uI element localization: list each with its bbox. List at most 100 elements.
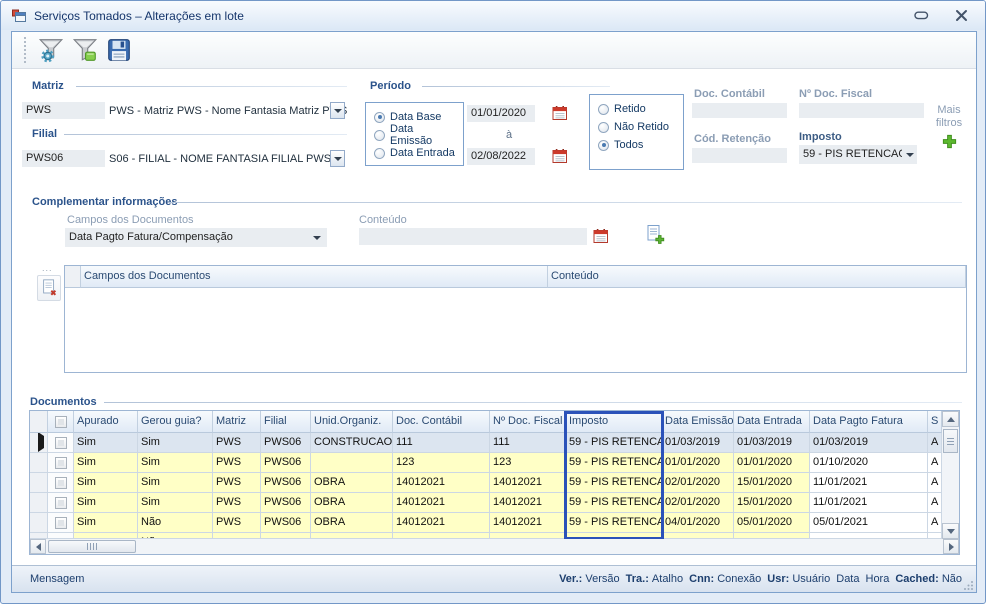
documentos-header-indicator[interactable] [30,411,48,433]
radio-retencao-retido[interactable]: Retido [598,102,675,116]
cell-data-entrada[interactable]: 05/01/2020 [734,513,810,533]
cell-imposto[interactable]: 59 - PIS RETENCAO [566,493,662,513]
campos-dropdown-arrow[interactable] [309,228,324,247]
cell-data-pagto-fatura[interactable]: 11/01/2021 [810,473,928,493]
filial-dropdown-button[interactable] [330,150,345,167]
documentos-header-n-doc-fiscal[interactable]: Nº Doc. Fiscal [490,411,566,433]
table-row[interactable]: SimSimPWSPWS06CONSTRUCAO11111159 - PIS R… [30,433,959,453]
date-from-field[interactable]: 01/01/2020 [467,105,535,122]
documentos-header-data-entrada[interactable]: Data Entrada [734,411,810,433]
cell-matriz[interactable]: PWS [213,433,261,453]
cell-imposto[interactable]: 59 - PIS RETENCAO [566,513,662,533]
cell-matriz[interactable]: PWS [213,453,261,473]
documentos-header-s[interactable]: S [928,411,942,433]
cell-filial[interactable]: PWS06 [261,513,311,533]
row-checkbox-cell[interactable] [48,493,74,513]
scroll-down-button[interactable] [942,523,959,539]
documentos-header-apurado[interactable]: Apurado [74,411,138,433]
row-indicator[interactable] [30,493,48,513]
cell-imposto[interactable]: 59 - PIS RETENCAO [566,433,662,453]
cell-apurado[interactable]: Sim [74,433,138,453]
row-indicator[interactable] [30,433,48,453]
cell-gerou-guia-[interactable]: Sim [138,493,213,513]
matriz-dropdown-button[interactable] [330,102,345,119]
horizontal-scroll-thumb[interactable] [48,540,136,553]
cell-n-doc-fiscal[interactable]: 111 [490,433,566,453]
resize-grip-icon[interactable] [964,580,974,590]
cell-gerou-guia-[interactable]: Sim [138,473,213,493]
cell-matriz[interactable]: PWS [213,513,261,533]
cell-doc-contabil[interactable]: 14012021 [393,473,490,493]
date-to-calendar-button[interactable] [552,148,568,164]
scroll-up-button[interactable] [942,411,959,427]
cell-unid-organiz-[interactable]: CONSTRUCAO [311,433,393,453]
add-record-button[interactable] [644,224,665,245]
cell-unid-organiz-[interactable]: OBRA [311,473,393,493]
date-from-calendar-button[interactable] [552,105,568,121]
cell-s[interactable]: A [928,473,942,493]
cell-filial[interactable]: PWS06 [261,473,311,493]
delete-record-button[interactable] [37,275,61,301]
cell-apurado[interactable]: Sim [74,493,138,513]
cell-filial[interactable]: PWS06 [261,433,311,453]
cell-gerou-guia-[interactable]: Sim [138,453,213,473]
cell-filial[interactable]: PWS06 [261,493,311,513]
radio-periodo-data-emissao[interactable]: Data Emissão [374,128,455,142]
cod-retencao-field[interactable] [692,148,787,163]
cell-apurado[interactable]: Sim [74,473,138,493]
row-checkbox-cell[interactable] [48,513,74,533]
imposto-dropdown-arrow[interactable] [902,145,917,164]
cell-filial[interactable]: PWS06 [261,453,311,473]
cell-data-entrada[interactable]: 01/03/2019 [734,433,810,453]
campos-header-campos-dos-documentos[interactable]: Campos dos Documentos [81,266,548,288]
cell-data-emissao[interactable]: 02/01/2020 [662,493,734,513]
imposto-dropdown[interactable]: 59 - PIS RETENCAO [799,145,902,164]
documentos-header-imposto[interactable]: Imposto [566,411,662,433]
row-checkbox-cell[interactable] [48,453,74,473]
cell-s[interactable]: A [928,433,942,453]
minimize-icon[interactable] [913,9,929,23]
cell-gerou-guia-[interactable]: Sim [138,433,213,453]
cell-unid-organiz-[interactable] [311,453,393,473]
cell-apurado[interactable]: Sim [74,453,138,473]
conteudo-field[interactable] [359,228,587,245]
row-indicator[interactable] [30,473,48,493]
cell-data-pagto-fatura[interactable]: 01/10/2020 [810,453,928,473]
horizontal-scrollbar[interactable] [30,539,959,554]
cell-doc-contabil[interactable]: 111 [393,433,490,453]
cell-matriz[interactable]: PWS [213,473,261,493]
documentos-header-filial[interactable]: Filial [261,411,311,433]
filter-settings-button[interactable] [36,35,66,65]
documentos-header-data-emissao[interactable]: Data Emissão [662,411,734,433]
table-row[interactable]: SimSimPWSPWS06OBRA140120211401202159 - P… [30,493,959,513]
vertical-scroll-thumb[interactable] [943,429,958,453]
cell-s[interactable]: A [928,513,942,533]
cell-data-pagto-fatura[interactable]: 05/01/2021 [810,513,928,533]
filter-clear-button[interactable] [70,35,100,65]
documentos-header-data-pagto-fatura[interactable]: Data Pagto Fatura [810,411,928,433]
num-doc-fiscal-field[interactable] [799,103,924,118]
cell-n-doc-fiscal[interactable]: 14012021 [490,473,566,493]
conteudo-calendar-button[interactable] [593,228,609,244]
row-indicator[interactable] [30,513,48,533]
cell-unid-organiz-[interactable]: OBRA [311,493,393,513]
cell-doc-contabil[interactable]: 14012021 [393,513,490,533]
campos-documentos-dropdown[interactable]: Data Pagto Fatura/Compensação [65,228,327,247]
campos-grid-body[interactable] [65,288,966,373]
cell-doc-contabil[interactable]: 14012021 [393,493,490,513]
row-checkbox-cell[interactable] [48,473,74,493]
cell-gerou-guia-[interactable]: Não [138,513,213,533]
cell-data-emissao[interactable]: 02/01/2020 [662,473,734,493]
date-to-field[interactable]: 02/08/2022 [467,148,535,165]
cell-unid-organiz-[interactable]: OBRA [311,513,393,533]
radio-retencao-nao-retido[interactable]: Não Retido [598,120,675,134]
campos-header-conteudo[interactable]: Conteúdo [548,266,966,288]
cell-imposto[interactable]: 59 - PIS RETENCAO [566,453,662,473]
cell-data-entrada[interactable]: 01/01/2020 [734,453,810,473]
cell-data-pagto-fatura[interactable]: 11/01/2021 [810,493,928,513]
radio-periodo-data-entrada[interactable]: Data Entrada [374,146,455,160]
documentos-header-select-all[interactable] [48,411,74,433]
more-filters-button[interactable] [920,133,978,154]
cell-data-emissao[interactable]: 04/01/2020 [662,513,734,533]
campos-header-indicator[interactable] [65,266,81,288]
